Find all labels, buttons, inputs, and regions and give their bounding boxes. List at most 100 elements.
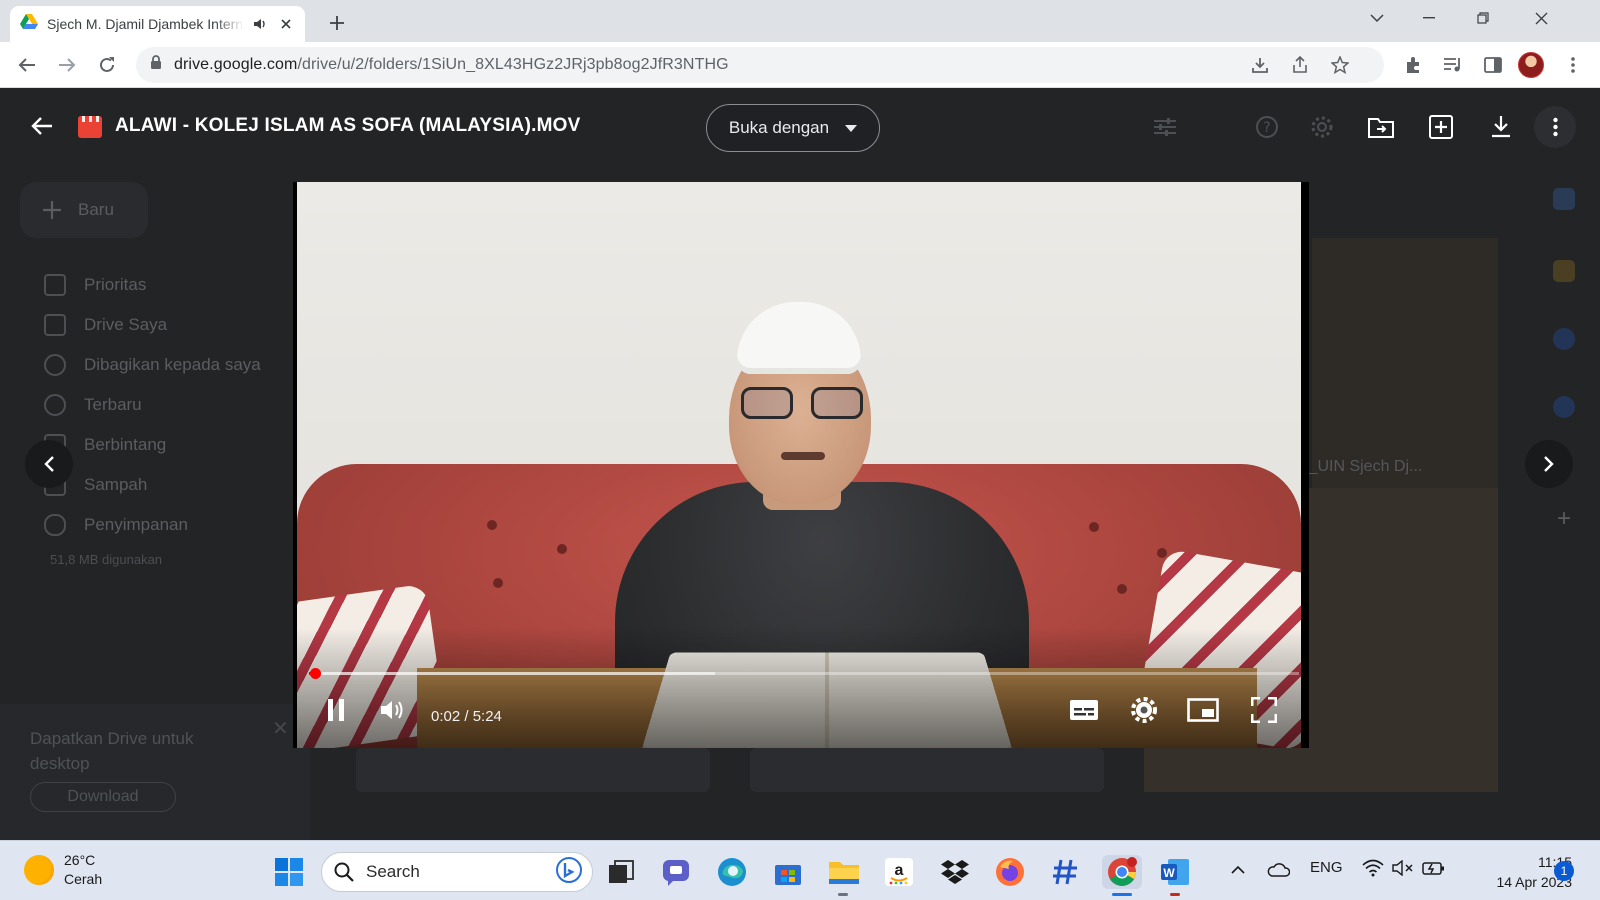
promo-text: Dapatkan Drive untuk desktop xyxy=(30,729,194,773)
chevron-right-icon xyxy=(1544,456,1554,472)
back-arrow-icon[interactable] xyxy=(26,110,58,142)
my-drive-icon xyxy=(44,314,66,336)
pause-button[interactable] xyxy=(318,692,354,728)
miniplayer-button[interactable] xyxy=(1185,692,1221,728)
chevron-left-icon xyxy=(44,456,54,472)
windows-logo-icon xyxy=(275,858,303,886)
download-icon[interactable] xyxy=(1484,110,1518,144)
language-indicator[interactable]: ENG xyxy=(1310,859,1343,876)
bookmark-star-icon[interactable] xyxy=(1324,49,1356,81)
fullscreen-button[interactable] xyxy=(1246,692,1282,728)
more-actions-menu-icon[interactable] xyxy=(1534,106,1576,148)
dropdown-caret-icon xyxy=(845,124,858,132)
chrome-icon[interactable] xyxy=(1102,855,1142,889)
file-explorer-icon[interactable] xyxy=(827,855,861,889)
svg-text:a: a xyxy=(895,862,904,879)
settings-button[interactable] xyxy=(1126,692,1162,728)
file-card-dimmed xyxy=(356,748,710,792)
storage-usage: 51,8 MB digunakan xyxy=(50,552,163,567)
sunny-weather-icon xyxy=(24,855,54,885)
attention-indicator xyxy=(1170,893,1180,896)
file-title: ALAWI - KOLEJ ISLAM AS SOFA (MALAYSIA).M… xyxy=(115,115,581,136)
browser-toolbar: drive.google.com/drive/u/2/folders/1SiUn… xyxy=(0,42,1600,88)
gear-icon xyxy=(1131,697,1157,723)
captions-button[interactable] xyxy=(1066,692,1102,728)
browser-tab-active[interactable]: Sjech M. Djamil Djambek Internasional xyxy=(10,6,305,42)
progress-bar[interactable] xyxy=(309,668,1299,679)
reload-button[interactable] xyxy=(91,49,123,81)
video-player[interactable] xyxy=(293,182,1309,748)
chrome-menu-icon[interactable] xyxy=(1557,49,1589,81)
forward-button[interactable] xyxy=(51,49,83,81)
move-to-folder-icon[interactable] xyxy=(1364,110,1398,144)
settings-gear-icon xyxy=(1305,110,1339,144)
file-name-dimmed: i_UIN Sjech Dj... xyxy=(1305,458,1423,475)
firefox-icon[interactable] xyxy=(993,855,1027,889)
wifi-icon[interactable] xyxy=(1362,859,1384,881)
open-with-label: Buka dengan xyxy=(728,118,830,137)
keep-icon xyxy=(1553,260,1575,282)
windows-taskbar: 26°C Cerah Search a W ENG 11:15 14 Apr 2… xyxy=(0,840,1600,900)
media-control-icon[interactable] xyxy=(1437,49,1469,81)
running-indicator xyxy=(838,893,848,896)
bing-icon[interactable] xyxy=(556,856,582,888)
sidebar-item-my-drive: Drive Saya xyxy=(44,314,167,336)
desktop-promo-dimmed: Dapatkan Drive untuk desktop Download ✕ xyxy=(0,704,310,840)
volume-icon xyxy=(381,701,403,719)
task-view-icon[interactable] xyxy=(604,855,638,889)
share-icon[interactable] xyxy=(1284,49,1316,81)
file-card-dimmed xyxy=(750,748,1104,792)
battery-charging-icon[interactable] xyxy=(1422,859,1446,881)
help-icon: ? xyxy=(1250,110,1284,144)
onedrive-cloud-icon[interactable] xyxy=(1266,861,1291,881)
tab-close-icon[interactable] xyxy=(277,15,295,33)
calendar-icon xyxy=(1553,188,1575,210)
start-button[interactable] xyxy=(272,855,306,889)
open-with-button[interactable]: Buka dengan xyxy=(706,104,880,152)
install-app-icon[interactable] xyxy=(1244,49,1276,81)
hashtag-app-icon[interactable] xyxy=(1048,855,1082,889)
minimize-button[interactable] xyxy=(1406,0,1452,36)
volume-muted-icon[interactable] xyxy=(1392,859,1414,880)
amazon-icon[interactable]: a xyxy=(882,855,916,889)
svg-text:?: ? xyxy=(1263,120,1270,136)
next-file-button[interactable] xyxy=(1525,440,1573,488)
weather-widget[interactable]: 26°C Cerah xyxy=(24,851,102,889)
sidebar-item-priority: Prioritas xyxy=(44,274,146,296)
new-button-dimmed: Baru xyxy=(20,182,148,238)
sidebar-item-recent: Terbaru xyxy=(44,394,142,416)
microsoft-store-icon[interactable] xyxy=(771,855,805,889)
tab-audio-playing-icon[interactable] xyxy=(253,16,269,32)
dropbox-icon[interactable] xyxy=(938,855,972,889)
search-placeholder: Search xyxy=(366,862,420,881)
priority-icon xyxy=(44,274,66,296)
close-window-button[interactable] xyxy=(1518,0,1564,36)
viewer-header: ALAWI - KOLEJ ISLAM AS SOFA (MALAYSIA).M… xyxy=(0,88,1600,166)
url-text[interactable]: drive.google.com/drive/u/2/folders/1SiUn… xyxy=(174,56,729,74)
word-icon[interactable]: W xyxy=(1158,855,1192,889)
notification-badge[interactable]: 1 xyxy=(1554,861,1574,881)
pause-icon xyxy=(328,699,344,721)
restore-button[interactable] xyxy=(1460,0,1506,36)
teams-chat-icon[interactable] xyxy=(660,855,694,889)
add-shortcut-icon[interactable] xyxy=(1424,110,1458,144)
back-button[interactable] xyxy=(11,49,43,81)
taskbar-search-box[interactable]: Search xyxy=(321,852,593,892)
extensions-puzzle-icon[interactable] xyxy=(1397,49,1429,81)
profile-avatar[interactable] xyxy=(1518,52,1544,78)
promo-close-icon: ✕ xyxy=(272,718,289,740)
previous-file-button[interactable] xyxy=(25,440,73,488)
tab-search-chevron-down-icon[interactable] xyxy=(1354,0,1400,36)
volume-button[interactable] xyxy=(375,692,411,728)
side-panel-icon[interactable] xyxy=(1477,49,1509,81)
tab-title: Sjech M. Djamil Djambek Internasional xyxy=(47,16,244,32)
address-bar[interactable]: drive.google.com/drive/u/2/folders/1SiUn… xyxy=(136,47,1384,83)
svg-text:W: W xyxy=(1163,866,1175,880)
sidebar-item-shared: Dibagikan kepada saya xyxy=(44,354,261,376)
new-tab-button[interactable] xyxy=(323,9,351,37)
progress-scrubber-handle[interactable] xyxy=(309,668,321,679)
edge-browser-icon[interactable] xyxy=(715,855,749,889)
sidebar-item-storage: Penyimpanan xyxy=(44,514,188,536)
lock-icon[interactable] xyxy=(150,55,162,75)
show-hidden-icons-chevron-up-icon[interactable] xyxy=(1231,861,1245,878)
